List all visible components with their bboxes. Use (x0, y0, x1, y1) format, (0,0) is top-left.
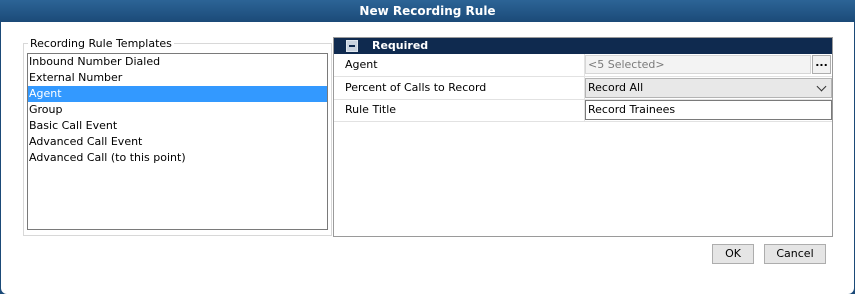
template-item-advanced-call-to-this-point[interactable]: Advanced Call (to this point) (28, 150, 327, 166)
percent-select-value: Record All (588, 81, 644, 94)
templates-legend: Recording Rule Templates (28, 37, 174, 51)
template-item-inbound-number-dialed[interactable]: Inbound Number Dialed (28, 54, 327, 70)
agent-browse-button[interactable]: ... (812, 55, 831, 74)
agent-label: Agent (345, 58, 378, 71)
required-section-header[interactable]: Required (334, 38, 832, 54)
percent-label: Percent of Calls to Record (345, 81, 487, 94)
agent-selection-field[interactable]: <5 Selected> (585, 55, 811, 74)
template-item-group[interactable]: Group (28, 102, 327, 118)
cancel-button[interactable]: Cancel (764, 244, 826, 264)
agent-row: Agent <5 Selected> ... (334, 54, 832, 77)
rule-title-label: Rule Title (345, 103, 397, 116)
required-section-label: Required (372, 39, 429, 52)
rule-title-row: Rule Title Record Trainees (334, 99, 832, 122)
percent-row: Percent of Calls to Record Record All (334, 77, 832, 100)
ok-button[interactable]: OK (712, 244, 754, 264)
template-item-basic-call-event[interactable]: Basic Call Event (28, 118, 327, 134)
window-title: New Recording Rule (359, 4, 496, 18)
templates-listbox[interactable]: Inbound Number Dialed External Number Ag… (27, 53, 328, 230)
property-grid: Required Agent <5 Selected> ... Percent … (333, 37, 833, 237)
chevron-down-icon[interactable] (816, 81, 827, 92)
percent-select[interactable]: Record All (585, 78, 832, 98)
dialog-body: Recording Rule Templates Inbound Number … (1, 22, 854, 294)
rule-title-input[interactable]: Record Trainees (585, 100, 832, 120)
collapse-icon[interactable] (346, 40, 358, 52)
template-item-external-number[interactable]: External Number (28, 70, 327, 86)
template-item-agent[interactable]: Agent (28, 86, 327, 102)
template-item-advanced-call-event[interactable]: Advanced Call Event (28, 134, 327, 150)
